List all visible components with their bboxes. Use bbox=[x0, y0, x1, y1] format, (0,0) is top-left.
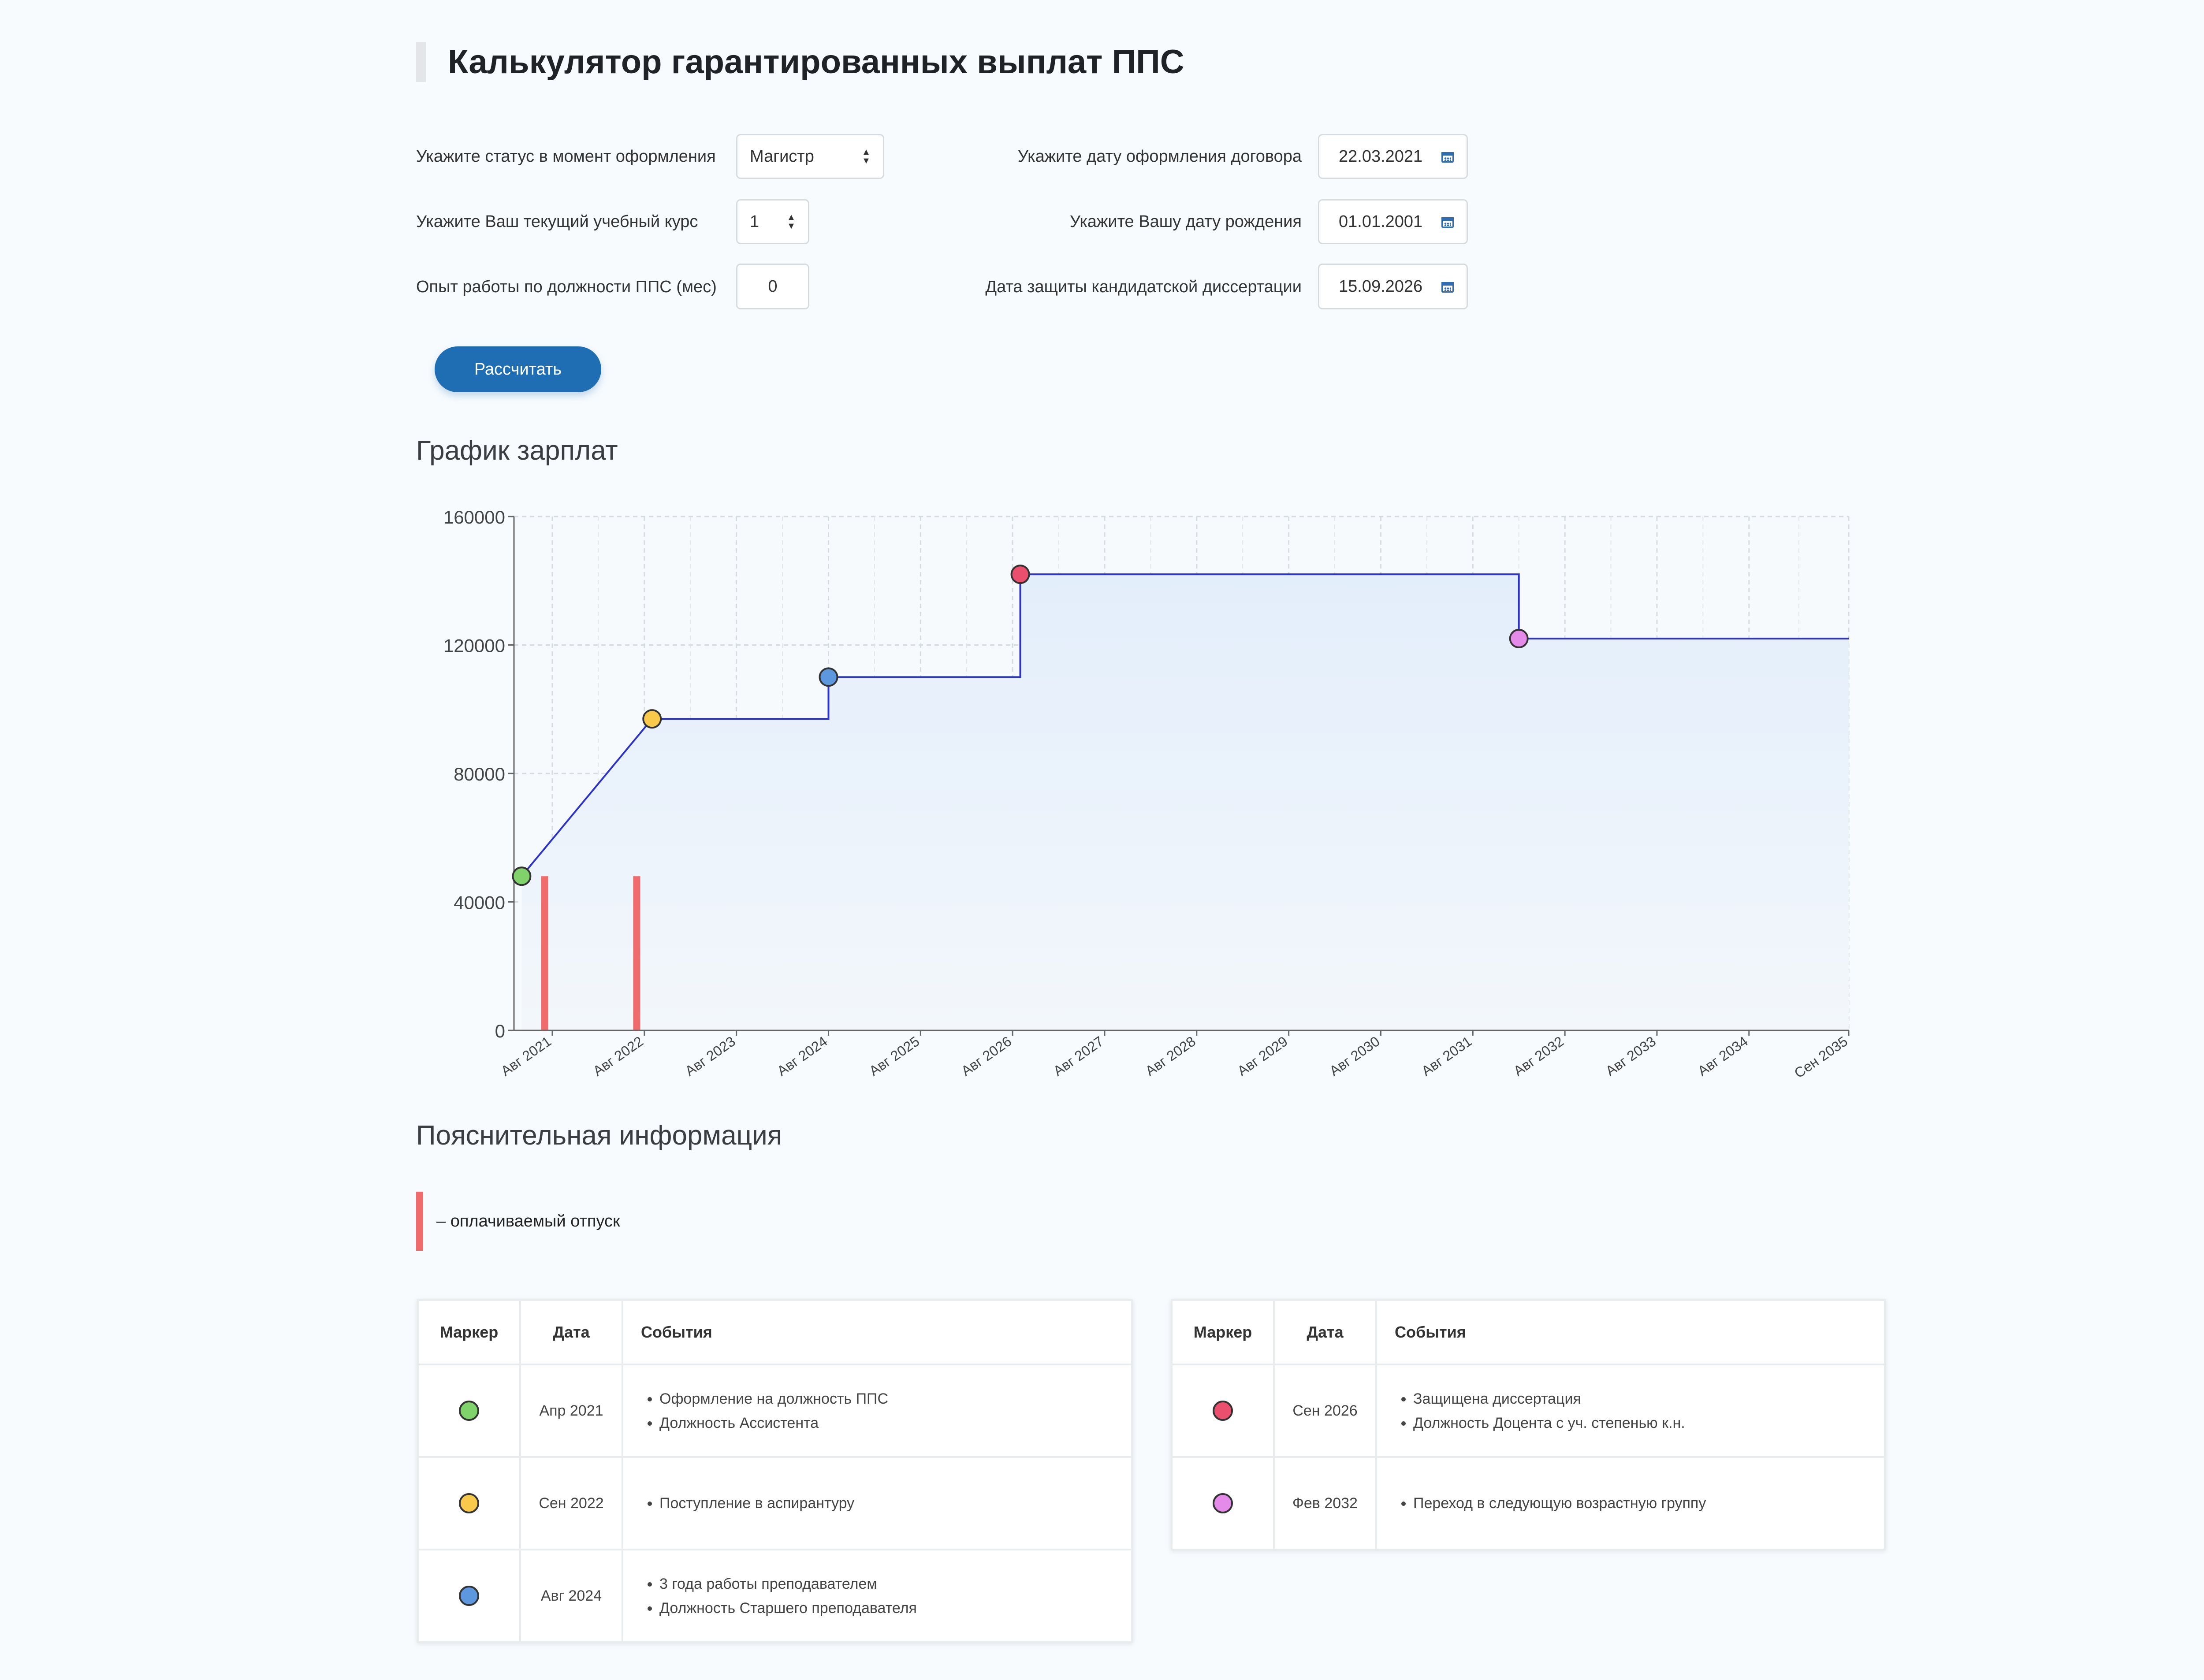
event-marker bbox=[819, 667, 838, 687]
event-item: Оформление на должность ППС bbox=[659, 1390, 1131, 1408]
page-title: Калькулятор гарантированных выплат ППС bbox=[416, 42, 1184, 82]
event-item: Должность Доцента с уч. степенью к.н. bbox=[1413, 1414, 1884, 1432]
x-tick-label: Авг 2031 bbox=[1418, 1033, 1474, 1079]
course-value: 1 bbox=[750, 212, 759, 231]
marker-dot bbox=[1213, 1493, 1233, 1513]
x-tick-label: Авг 2026 bbox=[958, 1033, 1014, 1079]
events-cell: Переход в следующую возрастную группу bbox=[1375, 1456, 1886, 1550]
date-header: Дата bbox=[519, 1299, 623, 1365]
x-tick-label: Авг 2034 bbox=[1695, 1033, 1751, 1079]
y-tick-label: 80000 bbox=[454, 764, 505, 784]
birth-date-input[interactable]: 01.01.2001 bbox=[1318, 199, 1468, 244]
calendar-icon[interactable] bbox=[1440, 279, 1455, 294]
sort-arrows-icon: ▲ ▼ bbox=[862, 147, 871, 166]
event-date: Фев 2032 bbox=[1273, 1456, 1377, 1550]
marker-cell bbox=[1171, 1364, 1275, 1458]
table-row: Авг 2024 3 года работы преподавателем Долж… bbox=[417, 1549, 1133, 1643]
event-item: Должность Старшего преподавателя bbox=[659, 1599, 1131, 1617]
table-row: Сен 2026 Защищена диссертация Должность До… bbox=[1171, 1364, 1886, 1458]
calendar-icon[interactable] bbox=[1440, 214, 1455, 229]
course-select[interactable]: 1 ▲ ▼ bbox=[736, 199, 809, 244]
event-item: Защищена диссертация bbox=[1413, 1390, 1884, 1408]
birth-date-value: 01.01.2001 bbox=[1339, 212, 1423, 231]
marker-header: Маркер bbox=[1171, 1299, 1275, 1365]
events-cell: Поступление в аспирантуру bbox=[622, 1456, 1133, 1550]
salary-chart: 0 40000 80000 120000 160000 Авг 2021 Авг 2022 А… bbox=[443, 507, 1850, 1081]
vacation-bar bbox=[633, 876, 640, 1030]
contract-date-input[interactable]: 22.03.2021 bbox=[1318, 134, 1468, 179]
marker-dot bbox=[459, 1493, 479, 1513]
x-tick-label: Авг 2028 bbox=[1143, 1033, 1199, 1079]
x-tick-label: Сен 2035 bbox=[1791, 1033, 1850, 1081]
calendar-icon[interactable] bbox=[1440, 149, 1455, 164]
marker-header: Маркер bbox=[417, 1299, 521, 1365]
event-date: Сен 2026 bbox=[1273, 1364, 1377, 1458]
experience-value: 0 bbox=[768, 277, 778, 296]
events-header: События bbox=[1375, 1299, 1886, 1365]
event-item: Поступление в аспирантуру bbox=[659, 1494, 1131, 1512]
events-cell: 3 года работы преподавателем Должность Ст… bbox=[622, 1549, 1133, 1643]
vacation-bar bbox=[541, 876, 548, 1030]
x-tick-label: Авг 2025 bbox=[866, 1033, 922, 1079]
x-tick-label: Авг 2027 bbox=[1050, 1033, 1106, 1079]
marker-cell bbox=[417, 1456, 521, 1550]
y-tick-label: 160000 bbox=[443, 507, 505, 528]
event-marker bbox=[512, 866, 532, 886]
events-cell: Защищена диссертация Должность Доцента с … bbox=[1375, 1364, 1886, 1458]
table-row: Сен 2022 Поступление в аспирантуру bbox=[417, 1456, 1133, 1550]
calculate-button[interactable]: Рассчитать bbox=[435, 346, 601, 392]
marker-dot bbox=[459, 1401, 479, 1421]
marker-dot bbox=[1213, 1401, 1233, 1421]
events-cell: Оформление на должность ППС Должность Асс… bbox=[622, 1364, 1133, 1458]
defense-date-label: Дата защиты кандидатской диссертации bbox=[985, 278, 1302, 296]
x-tick-label: Авг 2022 bbox=[590, 1033, 646, 1079]
experience-label: Опыт работы по должности ППС (мес) bbox=[416, 278, 717, 296]
x-tick-label: Авг 2032 bbox=[1511, 1033, 1567, 1079]
course-label: Укажите Ваш текущий учебный курс bbox=[416, 212, 698, 231]
date-header: Дата bbox=[1273, 1299, 1377, 1365]
events-table-right: Маркер Дата События Сен 2026Защищена дис… bbox=[1171, 1299, 1886, 1550]
vacation-legend-swatch bbox=[416, 1192, 423, 1251]
status-select[interactable]: Магистр ▲ ▼ bbox=[736, 134, 884, 179]
event-item: 3 года работы преподавателем bbox=[659, 1575, 1131, 1593]
defense-date-input[interactable]: 15.09.2026 bbox=[1318, 264, 1468, 309]
x-tick-label: Авг 2023 bbox=[682, 1033, 738, 1079]
x-tick-label: Авг 2033 bbox=[1603, 1033, 1659, 1079]
status-value: Магистр bbox=[750, 147, 814, 166]
event-date: Сен 2022 bbox=[519, 1456, 623, 1550]
x-tick-label: Авг 2030 bbox=[1326, 1033, 1382, 1079]
event-item: Должность Ассистента bbox=[659, 1414, 1131, 1432]
marker-cell bbox=[1171, 1456, 1275, 1550]
experience-input[interactable]: 0 bbox=[736, 264, 809, 309]
y-tick-label: 40000 bbox=[454, 892, 505, 913]
table-row: Фев 2032 Переход в следующую возрастную г… bbox=[1171, 1456, 1886, 1550]
marker-dot bbox=[459, 1586, 479, 1606]
table-row: Апр 2021 Оформление на должность ППС Должн… bbox=[417, 1364, 1133, 1458]
sort-arrows-icon: ▲ ▼ bbox=[787, 212, 796, 231]
x-tick-label: Авг 2024 bbox=[774, 1033, 830, 1079]
contract-date-label: Укажите дату оформления договора bbox=[1017, 147, 1302, 166]
marker-cell bbox=[417, 1549, 521, 1643]
y-tick-label: 0 bbox=[495, 1021, 505, 1041]
event-date: Апр 2021 bbox=[519, 1364, 623, 1458]
event-marker bbox=[1010, 565, 1030, 584]
marker-cell bbox=[417, 1364, 521, 1458]
birth-date-label: Укажите Вашу дату рождения bbox=[1069, 212, 1302, 231]
x-tick-label: Авг 2021 bbox=[498, 1033, 554, 1079]
events-header: События bbox=[622, 1299, 1133, 1365]
event-marker bbox=[642, 709, 662, 729]
x-tick-label: Авг 2029 bbox=[1234, 1033, 1290, 1079]
y-tick-label: 120000 bbox=[443, 636, 505, 656]
event-marker bbox=[1509, 628, 1529, 648]
status-label: Укажите статус в момент оформления bbox=[416, 147, 716, 166]
chart-section-title: График зарплат bbox=[416, 435, 618, 466]
event-date: Авг 2024 bbox=[519, 1549, 623, 1643]
contract-date-value: 22.03.2021 bbox=[1339, 147, 1423, 166]
events-table-left: Маркер Дата События Апр 2021Оформление н… bbox=[417, 1299, 1133, 1643]
event-item: Переход в следующую возрастную группу bbox=[1413, 1494, 1884, 1512]
info-section-title: Пояснительная информация bbox=[416, 1120, 782, 1151]
vacation-legend-text: – оплачиваемый отпуск bbox=[436, 1212, 620, 1230]
defense-date-value: 15.09.2026 bbox=[1339, 277, 1423, 296]
